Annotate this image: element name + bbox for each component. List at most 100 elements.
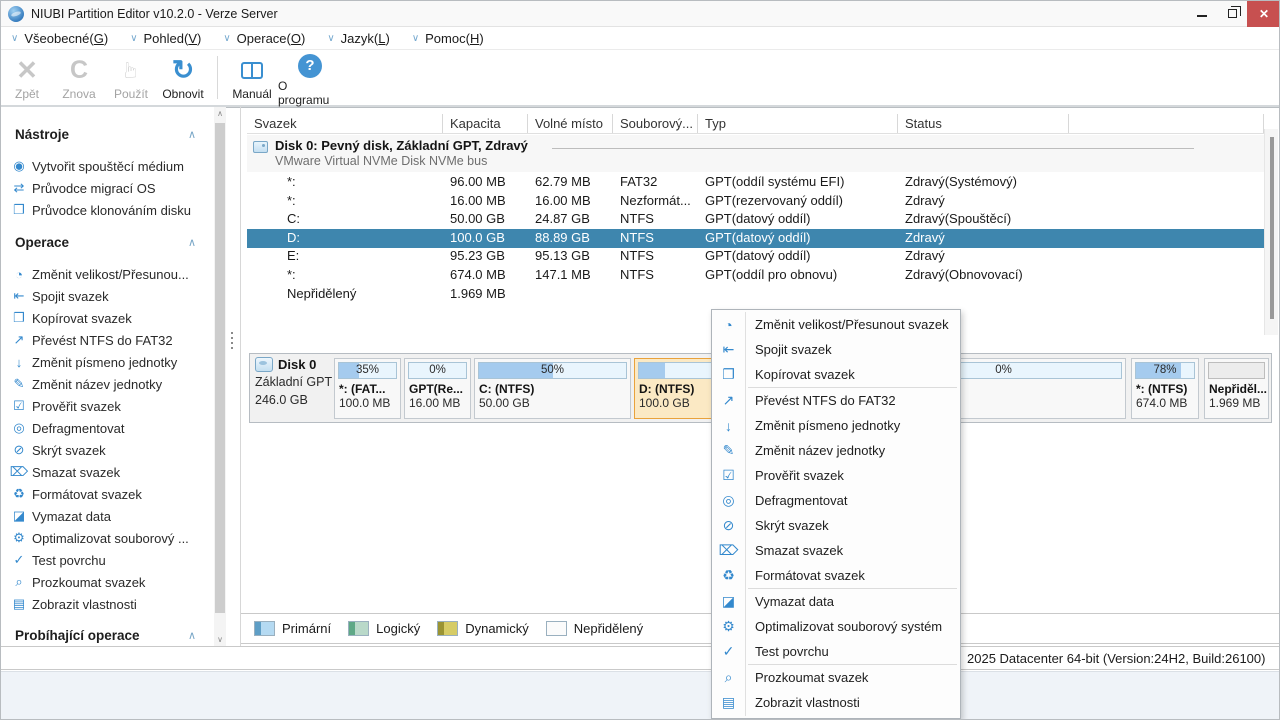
menu-vseobecne[interactable]: ∨ Všeobecné(G)	[11, 31, 108, 46]
partition-block-recovery[interactable]: 78% *: (NTFS) 674.0 MB	[1131, 358, 1199, 419]
sidebar-item-merge-volume[interactable]: ⇤ Spojit svazek	[1, 285, 214, 307]
table-row[interactable]: *: 16.00 MB 16.00 MB Nezformát... GPT(rezerv…	[247, 192, 1264, 211]
edit-label-icon: ✎	[13, 376, 25, 391]
sidebar-item-copy-volume[interactable]: ❐ Kopírovat svazek	[1, 307, 214, 329]
menu-pomoc[interactable]: ∨ Pomoc(H)	[412, 31, 484, 46]
context-item-explore-volume[interactable]: ⌕ Prozkoumat svazek	[712, 665, 960, 690]
redo-button[interactable]: C Znova	[53, 50, 105, 105]
wipe-data-icon: ◪	[721, 593, 736, 609]
column-kapacita[interactable]: Kapacita	[443, 114, 528, 133]
question-icon: ?	[298, 54, 322, 78]
status-bar: 2025 Datacenter 64-bit (Version:24H2, Bu…	[1, 646, 1279, 670]
context-item-change-drive-letter[interactable]: ↓ Změnit písmeno jednotky	[712, 413, 960, 438]
sidebar-item-change-drive-letter[interactable]: ↓ Změnit písmeno jednotky	[1, 351, 214, 373]
chevron-down-icon: ∨	[327, 32, 335, 44]
sidebar-item-defragment[interactable]: ◎ Defragmentovat	[1, 417, 214, 439]
column-souborovy[interactable]: Souborový...	[613, 114, 698, 133]
scrollbar-thumb[interactable]	[215, 123, 225, 613]
drive-letter-icon: ↓	[15, 354, 23, 370]
refresh-button[interactable]: ↻ Obnovit	[157, 50, 209, 105]
book-icon	[241, 61, 263, 79]
title-bar: NIUBI Partition Editor v10.2.0 - Verze S…	[1, 1, 1279, 27]
scroll-up-icon[interactable]: ∧	[214, 109, 226, 118]
menu-pohled[interactable]: ∨ Pohled(V)	[130, 31, 201, 46]
partition-block-reserved[interactable]: 0% GPT(Re... 16.00 MB	[404, 358, 471, 419]
splitter-handle[interactable]	[230, 329, 234, 359]
sidebar-item-change-volume-label[interactable]: ✎ Změnit název jednotky	[1, 373, 214, 395]
menu-operace[interactable]: ∨ Operace(O)	[223, 31, 305, 46]
wipe-data-icon: ◪	[12, 508, 26, 523]
section-header-probihajici-operace[interactable]: Probíhající operace ∧	[1, 624, 214, 646]
maximize-button[interactable]	[1217, 1, 1247, 27]
sidebar-item-convert-ntfs-fat32[interactable]: ↗ Převést NTFS do FAT32	[1, 329, 214, 351]
about-button[interactable]: ? O programu	[278, 50, 342, 107]
close-button[interactable]: ✕	[1247, 1, 1279, 27]
sidebar-item-format-volume[interactable]: ♻ Formátovat svazek	[1, 483, 214, 505]
menu-jazyk[interactable]: ∨ Jazyk(L)	[327, 31, 389, 46]
context-item-surface-test[interactable]: ✓ Test povrchu	[712, 639, 960, 664]
window-title: NIUBI Partition Editor v10.2.0 - Verze S…	[31, 7, 278, 21]
partition-block-c[interactable]: 50% C: (NTFS) 50.00 GB	[474, 358, 631, 419]
usage-bar	[1208, 362, 1265, 379]
sidebar-item-hide-volume[interactable]: ⊘ Skrýt svazek	[1, 439, 214, 461]
context-item-defragment[interactable]: ◎ Defragmentovat	[712, 488, 960, 513]
convert-icon: ↗	[722, 392, 735, 408]
resize-move-icon: ◔	[724, 316, 733, 333]
context-item-optimize-file-system[interactable]: ⚙ Optimalizovat souborový systém	[712, 614, 960, 639]
context-item-wipe-data[interactable]: ◪ Vymazat data	[712, 589, 960, 614]
table-row[interactable]: C: 50.00 GB 24.87 GB NTFS GPT(datový oddíl) Z…	[247, 210, 1264, 229]
context-item-format-volume[interactable]: ♻ Formátovat svazek	[712, 563, 960, 588]
sidebar-item-surface-test[interactable]: ✓ Test povrchu	[1, 549, 214, 571]
context-item-change-volume-label[interactable]: ✎ Změnit název jednotky	[712, 438, 960, 463]
section-header-nastroje[interactable]: Nástroje ∧	[1, 123, 214, 145]
partition-block-unallocated[interactable]: Nepřiděl... 1.969 MB	[1204, 358, 1269, 419]
sidebar-item-explore-volume[interactable]: ⌕ Prozkoumat svazek	[1, 571, 214, 593]
sidebar-item-create-boot-media[interactable]: ◉ Vytvořit spouštěcí médium	[1, 155, 214, 177]
sidebar-item-check-volume[interactable]: ☑ Prověřit svazek	[1, 395, 214, 417]
sidebar-item-view-properties[interactable]: ▤ Zobrazit vlastnosti	[1, 593, 214, 615]
column-volne-misto[interactable]: Volné místo	[528, 114, 613, 133]
app-window: NIUBI Partition Editor v10.2.0 - Verze S…	[0, 0, 1280, 720]
table-row[interactable]: *: 674.0 MB 147.1 MB NTFS GPT(oddíl pro obno…	[247, 266, 1264, 285]
disk-info-block[interactable]: Disk 0 Základní GPT 246.0 GB	[255, 357, 335, 419]
search-icon: ⌕	[15, 574, 23, 589]
context-item-delete-volume[interactable]: ⌦ Smazat svazek	[712, 538, 960, 563]
sidebar-item-resize-move[interactable]: ◔ Změnit velikost/Přesunou...	[1, 263, 214, 285]
partition-block-efi[interactable]: 35% *: (FAT... 100.0 MB	[334, 358, 401, 419]
copy-icon: ❐	[722, 366, 735, 382]
table-scrollbar[interactable]	[1264, 129, 1278, 335]
table-row[interactable]: Nepřidělený 1.969 MB	[247, 285, 1264, 304]
context-item-hide-volume[interactable]: ⊘ Skrýt svazek	[712, 513, 960, 538]
undo-button[interactable]: ✕ Zpět	[1, 50, 53, 105]
context-item-convert-ntfs-fat32[interactable]: ↗ Převést NTFS do FAT32	[712, 388, 960, 413]
manual-button[interactable]: Manuál	[226, 50, 278, 105]
context-item-resize-move[interactable]: ◔ Změnit velikost/Přesunout svazek	[712, 312, 960, 337]
sidebar-scrollbar[interactable]: ∧ ∨	[214, 107, 226, 646]
context-item-copy-volume[interactable]: ❐ Kopírovat svazek	[712, 362, 960, 387]
column-svazek[interactable]: Svazek	[247, 114, 443, 133]
sidebar: Nástroje ∧ ◉ Vytvořit spouštěcí médium ⇄ Pr…	[1, 107, 214, 646]
table-row-selected[interactable]: D: 100.0 GB 88.89 GB NTFS GPT(datový oddíl) Z…	[247, 228, 1264, 248]
context-item-merge-volume[interactable]: ⇤ Spojit svazek	[712, 337, 960, 362]
sidebar-item-delete-volume[interactable]: ⌦ Smazat svazek	[1, 461, 214, 483]
sidebar-item-wipe-data[interactable]: ◪ Vymazat data	[1, 505, 214, 527]
table-row[interactable]: *: 96.00 MB 62.79 MB FAT32 GPT(oddíl systému…	[247, 173, 1264, 192]
usage-bar: 35%	[338, 362, 397, 379]
disk-group-row[interactable]: Disk 0: Pevný disk, Základní GPT, Zdravý…	[247, 135, 1264, 172]
minimize-button[interactable]	[1187, 1, 1217, 27]
column-status[interactable]: Status	[898, 114, 1069, 133]
section-header-operace[interactable]: Operace ∧	[1, 231, 214, 253]
sidebar-divider	[240, 107, 241, 646]
scrollbar-thumb[interactable]	[1270, 137, 1274, 319]
context-item-check-volume[interactable]: ☑ Prověřit svazek	[712, 463, 960, 488]
column-typ[interactable]: Typ	[698, 114, 898, 133]
table-row[interactable]: E: 95.23 GB 95.13 GB NTFS GPT(datový oddíl) Z…	[247, 247, 1264, 266]
scroll-down-icon[interactable]: ∨	[214, 635, 226, 644]
thumbs-up-icon: ☞	[117, 60, 143, 80]
sidebar-item-clone-disk[interactable]: ❐ Průvodce klonováním disku	[1, 199, 214, 221]
apply-button[interactable]: ☞ Použít	[105, 50, 157, 105]
sidebar-item-os-migration[interactable]: ⇄ Průvodce migrací OS	[1, 177, 214, 199]
context-item-view-properties[interactable]: ▤ Zobrazit vlastnosti	[712, 690, 960, 715]
sidebar-item-optimize-file-system[interactable]: ⚙ Optimalizovat souborový ...	[1, 527, 214, 549]
app-icon	[8, 6, 24, 22]
